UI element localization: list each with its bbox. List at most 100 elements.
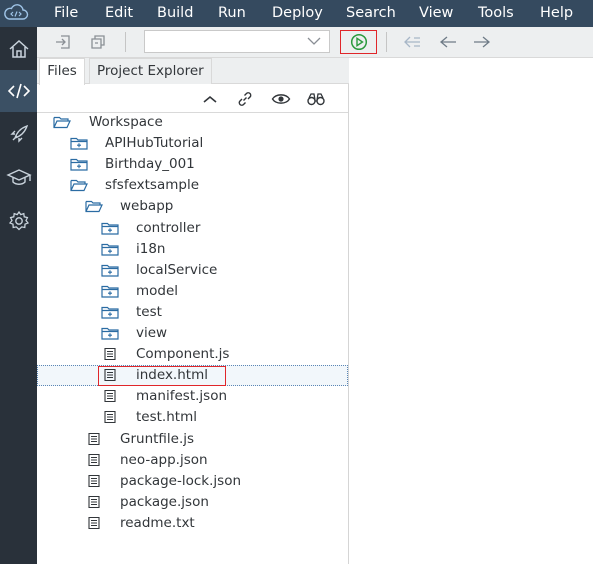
tab-project-explorer[interactable]: Project Explorer [89, 58, 212, 84]
menu-search[interactable]: Search [346, 0, 396, 27]
collapse-all-button[interactable] [200, 90, 220, 108]
file-icon [103, 347, 117, 365]
tree-item-label: test [136, 304, 162, 320]
tree-item-label: localService [136, 262, 218, 278]
collapse-back-icon [404, 36, 420, 48]
folder-icon [101, 326, 119, 344]
export-button[interactable] [87, 31, 109, 53]
tree-item-label: Birthday_001 [105, 156, 195, 172]
file-icon [104, 389, 116, 403]
tree-item-file[interactable]: Gruntfile.js [85, 429, 330, 450]
file-icon [87, 495, 101, 513]
tree-item-file[interactable]: index.html [101, 365, 330, 386]
rail-home-button[interactable] [0, 28, 37, 70]
tree-item-label: Workspace [89, 114, 163, 130]
collapse-icon [203, 95, 217, 103]
tree-item-label: Gruntfile.js [120, 431, 195, 447]
menu-deploy[interactable]: Deploy [272, 0, 323, 27]
forward-icon [474, 36, 491, 48]
show-hidden-files-button[interactable] [270, 90, 292, 108]
menu-bar: File Edit Build Run Deploy Search View T… [0, 0, 593, 27]
menu-tools[interactable]: Tools [478, 0, 514, 27]
rail-learning-button[interactable] [0, 156, 37, 198]
folder-open-icon [70, 178, 88, 196]
tab-files[interactable]: Files [39, 58, 85, 85]
tree-item-label: package.json [120, 494, 209, 510]
tree-item-folder[interactable]: i18n [101, 239, 330, 260]
folder-open-icon [85, 200, 103, 213]
tree-item-folder[interactable]: model [101, 281, 330, 302]
file-icon [104, 347, 116, 361]
search-files-button[interactable] [305, 90, 327, 108]
tree-item-folder[interactable]: Workspace [53, 112, 330, 133]
show-hidden-icon [271, 94, 291, 104]
rail-development-button[interactable] [0, 70, 37, 112]
menu-edit[interactable]: Edit [105, 0, 133, 27]
tree-item-file[interactable]: Component.js [101, 344, 330, 365]
tree-item-label: Component.js [136, 346, 230, 362]
export-icon [91, 35, 105, 49]
toolbar [37, 27, 593, 58]
folder-icon [101, 327, 119, 340]
file-icon [88, 432, 100, 446]
folder-open-icon [53, 116, 71, 129]
file-icon [88, 474, 100, 488]
tree-item-folder[interactable]: controller [101, 218, 330, 239]
tree-item-folder[interactable]: sfsfextsample [70, 175, 330, 196]
tree-item-folder[interactable]: view [101, 323, 330, 344]
menu-run[interactable]: Run [218, 0, 246, 27]
tree-item-file[interactable]: readme.txt [85, 513, 330, 534]
tree-item-label: manifest.json [136, 388, 228, 404]
tree-item-file[interactable]: neo-app.json [85, 450, 330, 471]
menu-help[interactable]: Help [540, 0, 573, 27]
activity-rail [0, 27, 37, 564]
run-configuration-select[interactable] [144, 30, 330, 53]
tree-item-folder[interactable]: localService [101, 260, 330, 281]
link-icon [238, 92, 252, 106]
collapse-back-button[interactable] [400, 31, 424, 53]
tree-toolbar [37, 85, 348, 113]
menu-file[interactable]: File [54, 0, 78, 27]
learning-icon [5, 169, 32, 185]
chevron-down-icon [307, 37, 321, 45]
folder-icon [101, 263, 119, 281]
home-icon [9, 39, 28, 58]
file-icon [87, 474, 101, 492]
tree-item-label: sfsfextsample [105, 177, 200, 193]
menu-view[interactable]: View [419, 0, 453, 27]
tree-item-folder[interactable]: Birthday_001 [70, 154, 330, 175]
rail-deploy-button[interactable] [0, 113, 37, 155]
tree-item-file[interactable]: manifest.json [101, 386, 330, 407]
menu-build[interactable]: Build [157, 0, 193, 27]
tree-item-label: test.html [136, 409, 197, 425]
link-editor-button[interactable] [235, 90, 255, 108]
file-icon [88, 495, 100, 509]
folder-icon [101, 221, 119, 239]
forward-button[interactable] [470, 31, 494, 53]
tree-item-folder[interactable]: test [101, 302, 330, 323]
folder-icon [101, 222, 119, 235]
import-button[interactable] [52, 31, 74, 53]
rail-settings-button[interactable] [0, 200, 37, 242]
tree-item-folder[interactable]: webapp [85, 196, 330, 217]
file-icon [103, 368, 117, 386]
rocket-icon [9, 124, 28, 143]
file-icon [87, 432, 101, 450]
back-button[interactable] [436, 31, 460, 53]
tree-item-label: i18n [136, 241, 166, 257]
file-icon [87, 453, 101, 471]
tree-item-file[interactable]: package.json [85, 492, 330, 513]
tree-item-folder[interactable]: APIHubTutorial [70, 133, 330, 154]
file-icon [87, 516, 101, 534]
file-icon [88, 453, 100, 467]
cloud-code-icon[interactable] [3, 3, 29, 23]
tree-item-label: neo-app.json [120, 452, 208, 468]
file-icon [104, 410, 116, 424]
folder-icon [101, 242, 119, 260]
tree-item-file[interactable]: package-lock.json [85, 471, 330, 492]
tree-item-label: model [136, 283, 179, 299]
run-button[interactable] [340, 30, 377, 54]
tree-item-file[interactable]: test.html [101, 407, 330, 428]
folder-open-icon [85, 199, 103, 217]
toolbar-separator [386, 32, 387, 52]
